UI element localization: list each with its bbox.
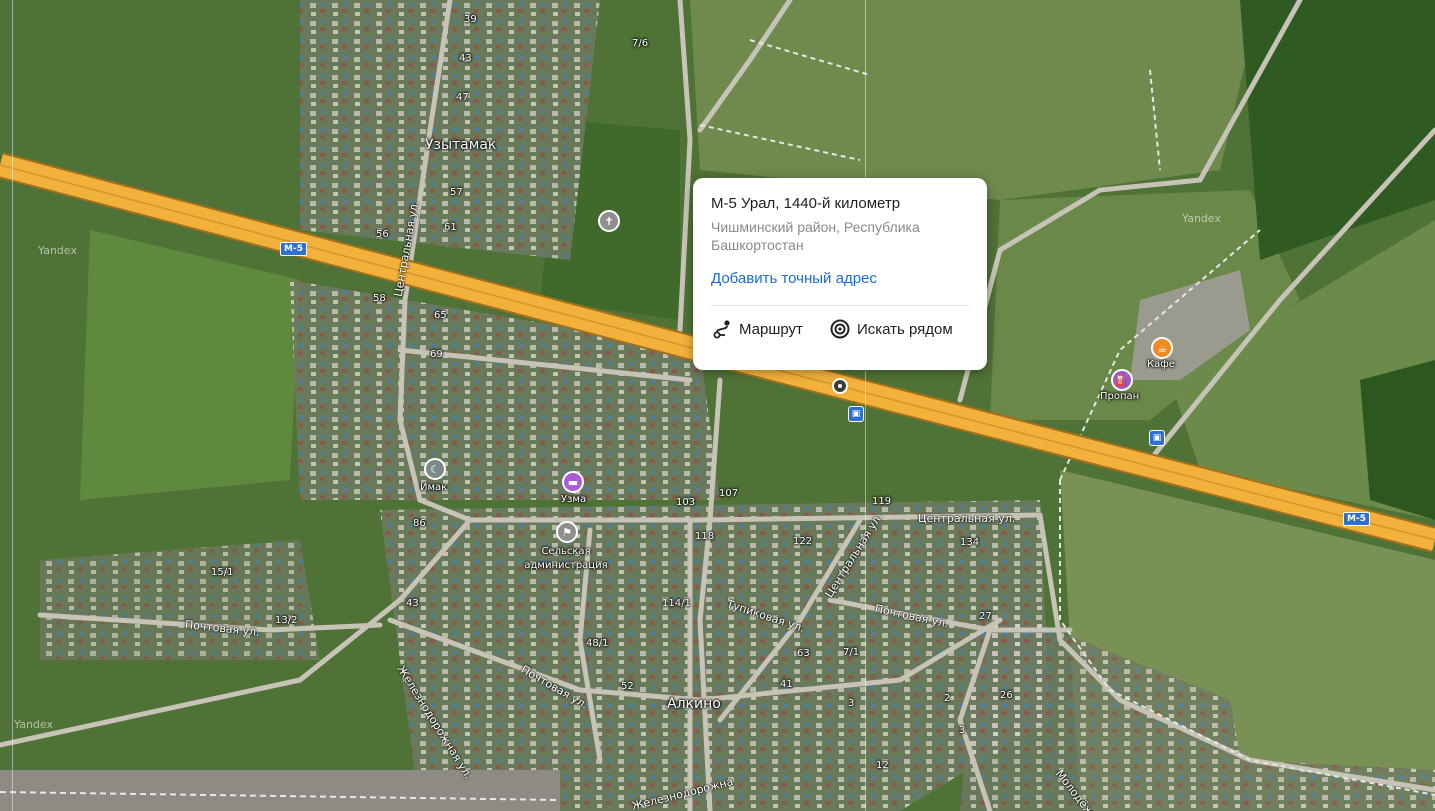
- house-number: 7/6: [632, 38, 649, 49]
- house-number: 15/1: [211, 567, 234, 578]
- house-number: 2: [944, 693, 951, 704]
- cafe-icon[interactable]: ☕: [1151, 337, 1173, 359]
- poi-label-uzma[interactable]: Узма: [561, 494, 586, 505]
- place-label-alkino[interactable]: Алкино: [667, 696, 721, 712]
- house-number: 122: [793, 536, 813, 547]
- place-label-uzytamak[interactable]: Узытамак: [425, 137, 496, 153]
- house-number: 13/2: [275, 615, 298, 626]
- house-number: 12: [876, 760, 889, 771]
- highway-shield: М-5: [1343, 512, 1370, 526]
- house-number: 43: [459, 53, 472, 64]
- poi-label-propan[interactable]: Пропан: [1100, 391, 1139, 402]
- location-pin-icon[interactable]: [832, 378, 848, 394]
- house-number: 27: [979, 611, 992, 622]
- target-icon: [830, 319, 850, 339]
- house-number: 56: [376, 229, 389, 240]
- house-number: 26: [1000, 690, 1013, 701]
- search-nearby-label: Искать рядом: [856, 320, 953, 338]
- house-number: 39: [464, 14, 477, 25]
- house-number: 134: [960, 537, 980, 548]
- bus-stop-icon[interactable]: ▣: [848, 406, 864, 422]
- house-number: 43: [406, 598, 419, 609]
- route-icon: [713, 320, 730, 339]
- poi-label-admin[interactable]: Сельская администрация: [518, 545, 614, 573]
- route-button[interactable]: Маршрут: [711, 318, 803, 340]
- route-label: Маршрут: [739, 320, 803, 338]
- add-address-link[interactable]: Добавить точный адрес: [711, 270, 877, 287]
- map-canvas[interactable]: Yandex Yandex Yandex М-5 М-5 Узытамак Ал…: [0, 0, 1435, 811]
- house-number: 41: [780, 679, 793, 690]
- bus-stop-icon[interactable]: ▣: [1149, 430, 1165, 446]
- popup-title: М-5 Урал, 1440-й километр: [711, 195, 901, 212]
- poi-label-imak[interactable]: Имак: [420, 482, 447, 493]
- search-nearby-button[interactable]: Искать рядом: [829, 318, 953, 340]
- house-number: 3: [959, 725, 966, 736]
- house-number: 69: [430, 349, 443, 360]
- poi-label-cafe[interactable]: Кафе: [1147, 359, 1175, 370]
- house-number: 7/1: [843, 647, 860, 658]
- cemetery-icon[interactable]: ✝: [598, 210, 620, 232]
- grid-line: [12, 0, 13, 811]
- house-number: 61: [444, 222, 457, 233]
- house-number: 119: [872, 496, 892, 507]
- popup-actions: Маршрут Искать рядом: [711, 318, 969, 340]
- house-number: 114/1: [662, 598, 691, 609]
- house-number: 107: [719, 488, 739, 499]
- grid-line: [865, 0, 866, 811]
- house-number: 3: [848, 698, 855, 709]
- satellite-imagery: [0, 0, 1435, 811]
- divider: [711, 305, 969, 306]
- house-number: 47: [456, 92, 469, 103]
- gas-station-icon[interactable]: ⛽: [1111, 369, 1133, 391]
- house-number: 63: [797, 648, 810, 659]
- house-number: 65: [434, 310, 447, 321]
- watermark: Yandex: [1182, 212, 1221, 225]
- house-number: 118: [695, 531, 715, 542]
- street-label: Центральная ул.: [918, 512, 1016, 525]
- watermark: Yandex: [14, 718, 53, 731]
- house-number: 103: [676, 497, 696, 508]
- location-popup: М-5 Урал, 1440-й километр Чишминский рай…: [693, 178, 987, 370]
- popup-subtitle: Чишминский район, Республика Башкортоста…: [711, 219, 920, 253]
- house-number: 52: [621, 681, 634, 692]
- house-number: 57: [450, 187, 463, 198]
- flag-icon[interactable]: ⚑: [556, 521, 578, 543]
- house-number: 58: [373, 293, 386, 304]
- mosque-icon[interactable]: ☾: [424, 458, 446, 480]
- house-number: 86: [413, 518, 426, 529]
- watermark: Yandex: [38, 244, 77, 257]
- house-number: 48/1: [586, 638, 609, 649]
- hotel-icon[interactable]: ▬: [562, 471, 584, 493]
- highway-shield: М-5: [280, 242, 307, 256]
